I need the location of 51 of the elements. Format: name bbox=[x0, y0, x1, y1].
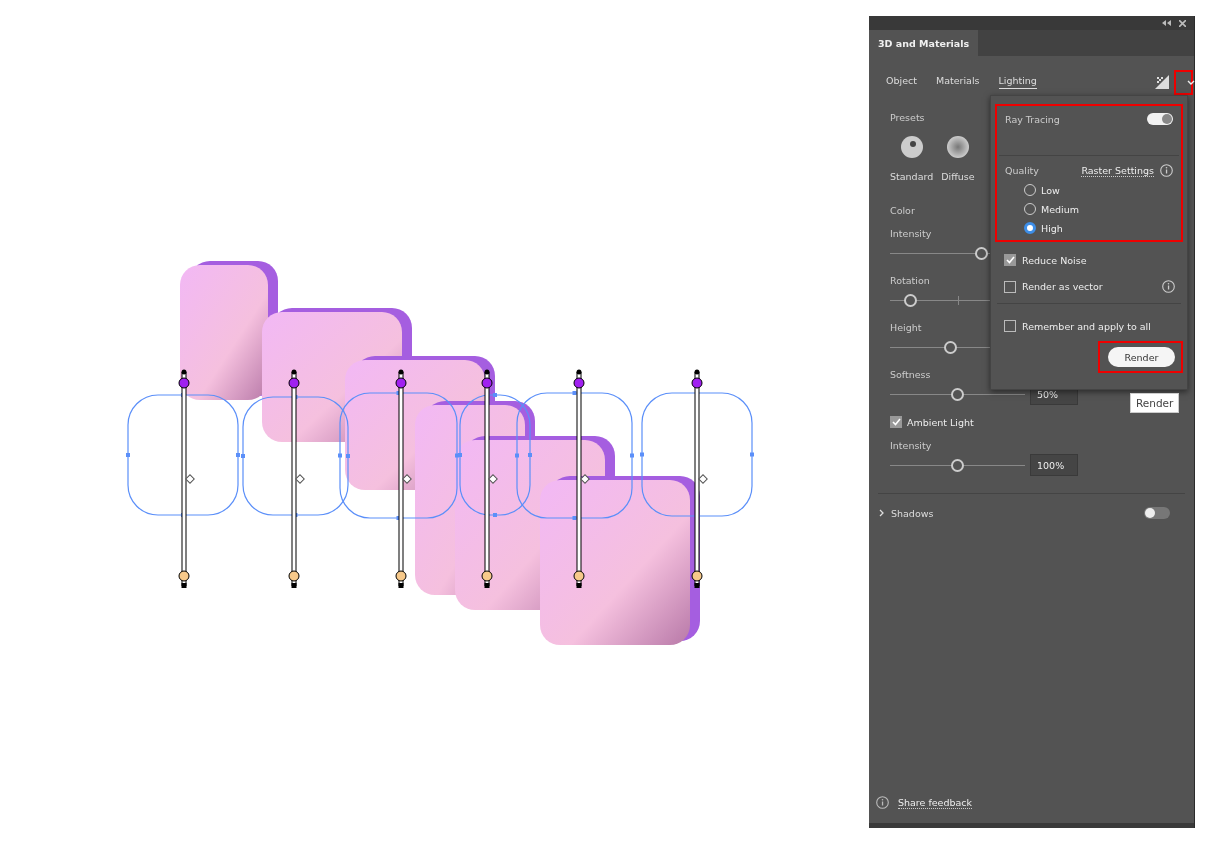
panel-tab[interactable]: 3D and Materials bbox=[869, 30, 979, 56]
quality-option-label[interactable]: High bbox=[1041, 222, 1063, 234]
slider-thumb[interactable] bbox=[944, 340, 958, 354]
lighting-tab[interactable]: Materials bbox=[935, 75, 980, 89]
info-icon[interactable] bbox=[1162, 280, 1175, 293]
dropdown-button[interactable] bbox=[1174, 69, 1193, 95]
color-label: Color bbox=[890, 205, 915, 216]
close-icon[interactable] bbox=[1179, 19, 1186, 27]
collapse-icon[interactable] bbox=[1162, 20, 1171, 26]
quality-option-label[interactable]: Low bbox=[1041, 184, 1060, 196]
radio-button[interactable] bbox=[1024, 222, 1036, 234]
checkbox-label[interactable]: Render as vector bbox=[1022, 281, 1103, 292]
standard-light-icon[interactable] bbox=[900, 136, 923, 158]
slider-label: Rotation bbox=[890, 275, 930, 286]
render-button[interactable]: Render bbox=[1108, 347, 1175, 367]
quality-option-label[interactable]: Medium bbox=[1041, 203, 1079, 215]
slider-label: Height bbox=[890, 322, 922, 333]
preset-label[interactable]: Diffuse bbox=[941, 171, 975, 182]
ambient-light-label[interactable]: Ambient Light bbox=[907, 416, 974, 428]
value-field[interactable]: 100% bbox=[1030, 454, 1078, 476]
checkbox[interactable] bbox=[1004, 280, 1016, 293]
preset-label[interactable]: Standard bbox=[890, 171, 934, 182]
checkbox-label[interactable]: Remember and apply to all bbox=[1022, 320, 1151, 332]
lighting-tab[interactable]: Lighting bbox=[998, 75, 1037, 89]
ray-tracing-toggle[interactable] bbox=[1147, 113, 1173, 125]
shadows-label[interactable]: Shadows bbox=[891, 507, 934, 519]
tooltip: Render bbox=[1130, 393, 1180, 413]
slider-label: Intensity bbox=[890, 228, 932, 239]
info-icon[interactable] bbox=[1160, 164, 1173, 177]
slider-label: Softness bbox=[890, 369, 931, 380]
slider-thumb[interactable] bbox=[951, 387, 964, 401]
chevron-down-icon bbox=[1186, 79, 1195, 85]
checkbox[interactable] bbox=[890, 416, 902, 428]
slider-thumb[interactable] bbox=[903, 293, 917, 307]
presets-label: Presets bbox=[890, 112, 925, 123]
diffuse-light-icon[interactable] bbox=[946, 136, 969, 158]
share-feedback-link[interactable]: Share feedback bbox=[898, 796, 973, 809]
shadows-toggle[interactable] bbox=[1144, 507, 1170, 519]
slider-thumb[interactable] bbox=[975, 246, 989, 260]
slider-label: Intensity bbox=[890, 440, 932, 451]
raster-settings-link[interactable]: Raster Settings bbox=[1081, 164, 1154, 177]
lighting-tab[interactable]: Object bbox=[886, 75, 917, 89]
checkbox[interactable] bbox=[1004, 254, 1016, 266]
info-icon bbox=[876, 796, 889, 809]
checkbox[interactable] bbox=[1004, 320, 1016, 332]
checkbox-label[interactable]: Reduce Noise bbox=[1022, 254, 1087, 266]
ray-tracing-label: Ray Tracing bbox=[1005, 113, 1060, 125]
chevron-right-icon[interactable] bbox=[879, 509, 884, 517]
quality-label: Quality bbox=[1005, 165, 1039, 176]
render-preview-icon[interactable] bbox=[1155, 75, 1169, 89]
slider-thumb[interactable] bbox=[951, 458, 964, 472]
